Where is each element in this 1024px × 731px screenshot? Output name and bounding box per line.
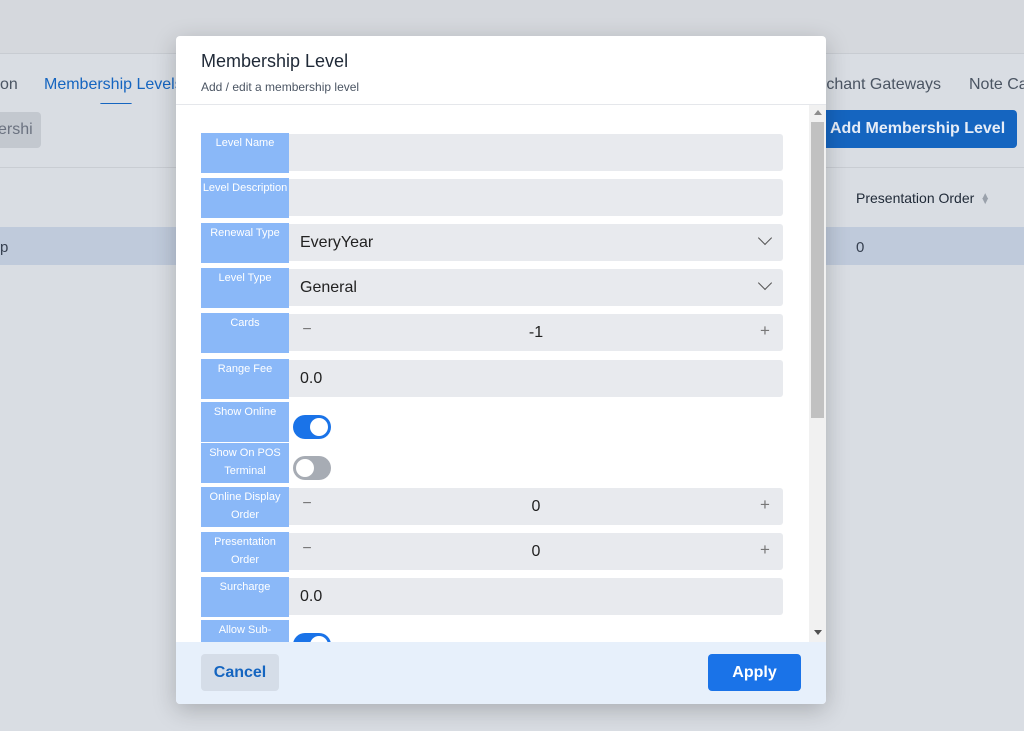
form-row-presentation-order: Presentation Order 0 − +: [201, 532, 783, 572]
minus-icon[interactable]: −: [299, 495, 315, 513]
allow-sub-label: Allow Sub-: [201, 620, 289, 642]
tab-note-categories[interactable]: Note Ca: [969, 76, 1024, 94]
plus-icon[interactable]: +: [757, 540, 773, 560]
plus-icon[interactable]: +: [757, 321, 773, 341]
form-row-level-description: Level Description: [201, 178, 783, 218]
toggle-knob: [296, 459, 314, 477]
column-header-label: Presentation Order: [856, 190, 975, 206]
dialog-footer: Cancel Apply: [176, 642, 826, 704]
tab-merchant-gateways[interactable]: rchant Gateways: [821, 76, 941, 94]
online-display-order-value[interactable]: 0: [289, 498, 783, 516]
form-row-level-name: Level Name: [201, 133, 783, 173]
show-online-toggle[interactable]: [293, 415, 331, 439]
form-row-cards: Cards -1 − +: [201, 313, 783, 353]
form-row-renewal-type: Renewal Type EveryYear: [201, 223, 783, 263]
level-name-input[interactable]: [289, 134, 783, 171]
level-type-select[interactable]: General: [289, 269, 783, 306]
scrollbar-thumb[interactable]: [811, 122, 824, 418]
dialog-subtitle: Add / edit a membership level: [201, 80, 360, 94]
presentation-order-value[interactable]: 0: [289, 543, 783, 561]
surcharge-input[interactable]: 0.0: [289, 578, 783, 615]
dialog-title: Membership Level: [201, 51, 349, 71]
presentation-order-stepper: 0 − +: [289, 533, 783, 570]
range-fee-value: 0.0: [300, 370, 323, 387]
plus-icon[interactable]: +: [757, 495, 773, 515]
tab-partial-left[interactable]: on: [0, 76, 18, 94]
show-online-label: Show Online: [201, 402, 289, 442]
form-row-surcharge: Surcharge 0.0: [201, 577, 783, 617]
form-row-allow-sub: Allow Sub-: [201, 620, 783, 642]
chevron-down-icon: [757, 230, 773, 246]
form-row-range-fee: Range Fee 0.0: [201, 359, 783, 399]
search-input[interactable]: ershi: [0, 112, 41, 148]
table-cell-name: p: [0, 239, 9, 256]
toggle-knob: [310, 418, 328, 436]
minus-icon[interactable]: −: [299, 321, 315, 339]
table-cell-presentation-order: 0: [856, 239, 865, 256]
form-row-show-on-pos-terminal: Show On POS Terminal: [201, 443, 783, 483]
level-name-label: Level Name: [201, 133, 289, 173]
form-row-level-type: Level Type General: [201, 268, 783, 308]
renewal-type-value: EveryYear: [300, 234, 374, 251]
form-row-show-online: Show Online: [201, 402, 783, 442]
dialog-body: Level Name Level Description Renewal Typ…: [176, 105, 826, 642]
cards-label: Cards: [201, 313, 289, 353]
form-row-online-display-order: Online Display Order 0 − +: [201, 487, 783, 527]
range-fee-label: Range Fee: [201, 359, 289, 399]
range-fee-input[interactable]: 0.0: [289, 360, 783, 397]
minus-icon[interactable]: −: [299, 540, 315, 558]
tab-membership-levels[interactable]: Membership Levels: [44, 76, 183, 94]
show-on-pos-terminal-toggle[interactable]: [293, 456, 331, 480]
level-type-label: Level Type: [201, 268, 289, 308]
allow-sub-toggle[interactable]: [293, 633, 331, 642]
sort-icon[interactable]: ▲ ▼: [980, 192, 990, 207]
renewal-type-label: Renewal Type: [201, 223, 289, 263]
add-membership-level-button[interactable]: Add Membership Level: [817, 110, 1017, 148]
level-type-value: General: [300, 279, 357, 296]
renewal-type-select[interactable]: EveryYear: [289, 224, 783, 261]
cards-stepper: -1 − +: [289, 314, 783, 351]
level-description-input[interactable]: [289, 179, 783, 216]
scroll-down-arrow-icon[interactable]: [814, 630, 822, 635]
scroll-up-arrow-icon[interactable]: [814, 110, 822, 115]
surcharge-label: Surcharge: [201, 577, 289, 617]
online-display-order-label: Online Display Order: [201, 487, 289, 527]
show-on-pos-terminal-label: Show On POS Terminal: [201, 443, 289, 483]
cards-value[interactable]: -1: [289, 324, 783, 342]
online-display-order-stepper: 0 − +: [289, 488, 783, 525]
level-description-label: Level Description: [201, 178, 289, 218]
membership-level-dialog: Membership Level Add / edit a membership…: [176, 36, 826, 704]
cancel-button[interactable]: Cancel: [201, 654, 279, 691]
chevron-down-icon: [757, 275, 773, 291]
column-header-presentation-order[interactable]: Presentation Order ▲ ▼: [856, 190, 990, 207]
dialog-scrollbar[interactable]: [809, 105, 826, 642]
surcharge-value: 0.0: [300, 588, 323, 605]
presentation-order-label: Presentation Order: [201, 532, 289, 572]
apply-button[interactable]: Apply: [708, 654, 801, 691]
dialog-header: Membership Level Add / edit a membership…: [176, 36, 826, 105]
